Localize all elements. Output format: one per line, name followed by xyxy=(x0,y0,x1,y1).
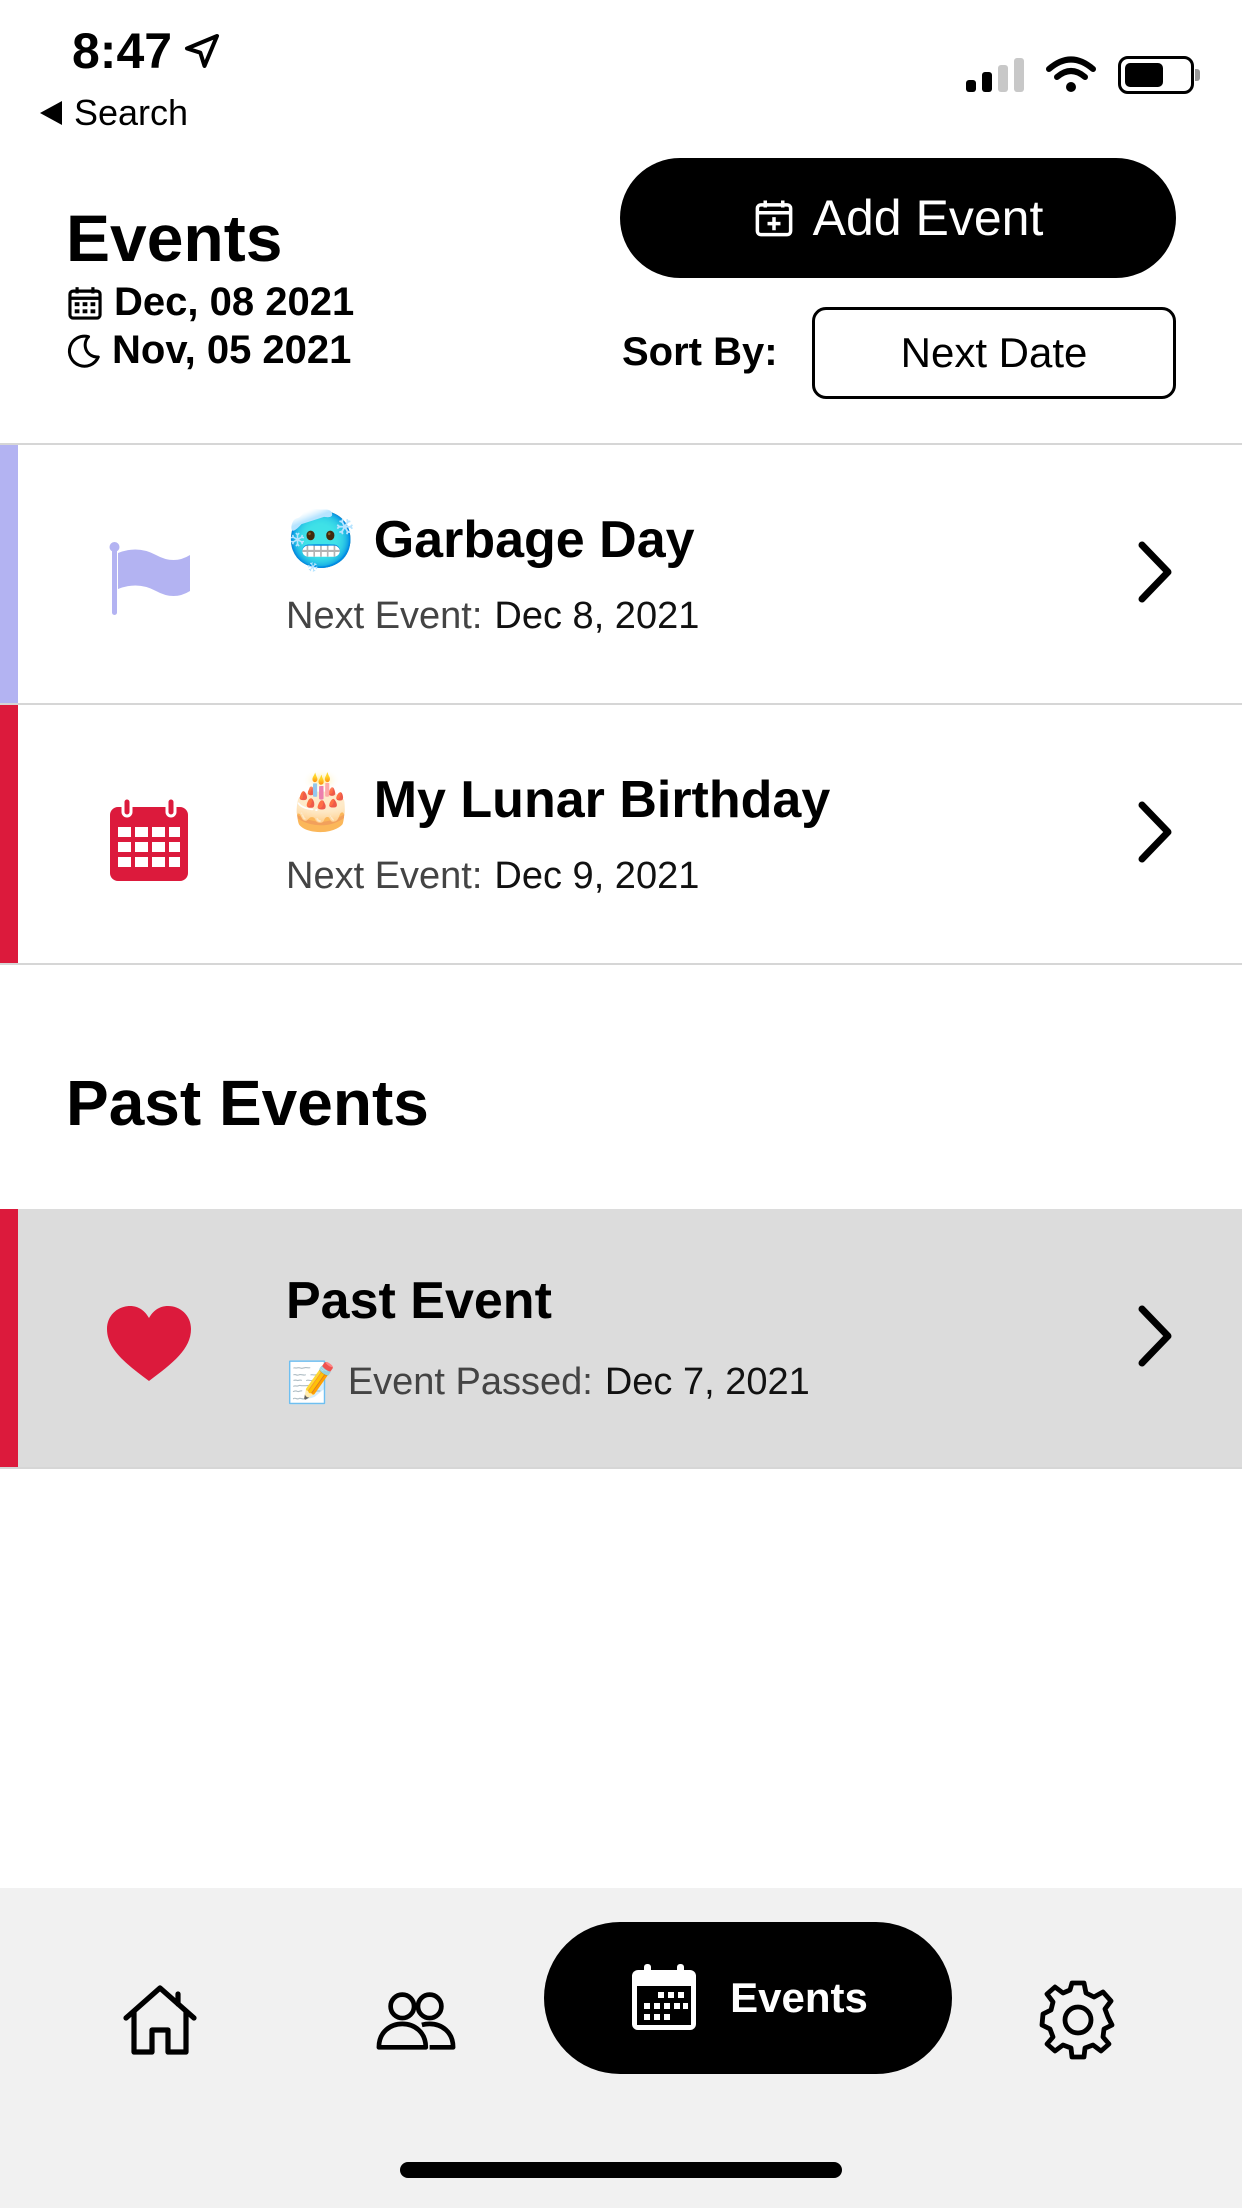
event-emoji: 🥶 xyxy=(286,508,356,573)
event-title-text: Garbage Day xyxy=(373,511,695,569)
flag-icon xyxy=(104,535,194,625)
gear-icon xyxy=(1039,1980,1115,2060)
sort-value: Next Date xyxy=(900,329,1088,376)
row-accent-stripe xyxy=(0,445,18,703)
sort-label: Sort By: xyxy=(622,330,778,374)
chevron-right-icon xyxy=(1138,1305,1172,1367)
event-emoji: 🎂 xyxy=(286,768,356,833)
back-label: Search xyxy=(74,92,189,133)
event-title-text: Past Event xyxy=(286,1272,552,1330)
next-event-value: Dec 9, 2021 xyxy=(494,855,700,897)
tab-bar: Events xyxy=(0,1888,1242,2208)
row-accent-stripe xyxy=(0,1209,18,1467)
chevron-right-icon xyxy=(1138,541,1172,603)
memo-emoji: 📝 xyxy=(286,1360,336,1406)
tab-events-label: Events xyxy=(730,1974,868,2021)
row-accent-stripe xyxy=(0,705,18,963)
moon-icon xyxy=(67,334,100,368)
lunar-date: Nov, 05 2021 xyxy=(66,328,351,373)
heart-icon xyxy=(104,1299,194,1389)
chevron-right-icon xyxy=(1138,801,1172,863)
cellular-signal-icon xyxy=(966,58,1024,92)
back-triangle-icon xyxy=(40,101,62,125)
event-next-date: Next Event: Dec 9, 2021 xyxy=(286,855,699,898)
divider xyxy=(0,1467,1242,1469)
people-icon xyxy=(376,1992,456,2050)
past-events-heading: Past Events xyxy=(66,1067,429,1139)
tab-events[interactable]: Events xyxy=(544,1922,952,2074)
page-title: Events xyxy=(66,201,283,275)
next-event-value: Dec 8, 2021 xyxy=(494,595,700,637)
event-passed-value: Dec 7, 2021 xyxy=(604,1361,810,1403)
calendar-small-icon xyxy=(68,286,102,320)
battery-icon xyxy=(1118,56,1200,94)
wifi-icon xyxy=(1046,56,1096,92)
home-indicator xyxy=(400,2162,842,2178)
sort-select[interactable]: Next Date xyxy=(812,307,1176,399)
event-next-date: Next Event: Dec 8, 2021 xyxy=(286,595,699,638)
next-event-label: Next Event: xyxy=(286,595,483,637)
event-title: Past Event xyxy=(286,1271,552,1331)
event-passed-label: Event Passed: xyxy=(347,1361,593,1403)
status-indicators xyxy=(966,56,1200,94)
next-event-label: Next Event: xyxy=(286,855,483,897)
event-title: 🥶 Garbage Day xyxy=(286,507,695,573)
tab-settings[interactable] xyxy=(1018,1960,1138,2080)
status-time-text: 8:47 xyxy=(72,23,173,79)
event-passed-date: 📝 Event Passed: Dec 7, 2021 xyxy=(286,1359,810,1406)
event-row-past-event[interactable]: Past Event 📝 Event Passed: Dec 7, 2021 xyxy=(0,1209,1242,1467)
calendar-grid-icon xyxy=(104,795,194,885)
event-title: 🎂 My Lunar Birthday xyxy=(286,767,830,833)
back-to-search-link[interactable]: Search xyxy=(40,92,188,134)
event-row-lunar-birthday[interactable]: 🎂 My Lunar Birthday Next Event: Dec 9, 2… xyxy=(0,705,1242,963)
tab-home[interactable] xyxy=(100,1960,220,2080)
status-time: 8:47 xyxy=(72,22,222,80)
event-title-text: My Lunar Birthday xyxy=(373,771,831,829)
lunar-date-text: Nov, 05 2021 xyxy=(112,328,352,372)
tab-people[interactable] xyxy=(356,1960,476,2080)
calendar-plus-icon xyxy=(755,200,793,237)
home-icon xyxy=(123,1985,197,2055)
divider xyxy=(0,963,1242,965)
solar-date: Dec, 08 2021 xyxy=(66,280,354,325)
calendar-icon xyxy=(632,1964,697,2030)
solar-date-text: Dec, 08 2021 xyxy=(114,280,355,324)
add-event-label: Add Event xyxy=(812,190,1044,246)
event-row-garbage-day[interactable]: 🥶 Garbage Day Next Event: Dec 8, 2021 xyxy=(0,445,1242,703)
add-event-button[interactable]: Add Event xyxy=(620,158,1176,278)
location-arrow-icon xyxy=(185,34,220,68)
